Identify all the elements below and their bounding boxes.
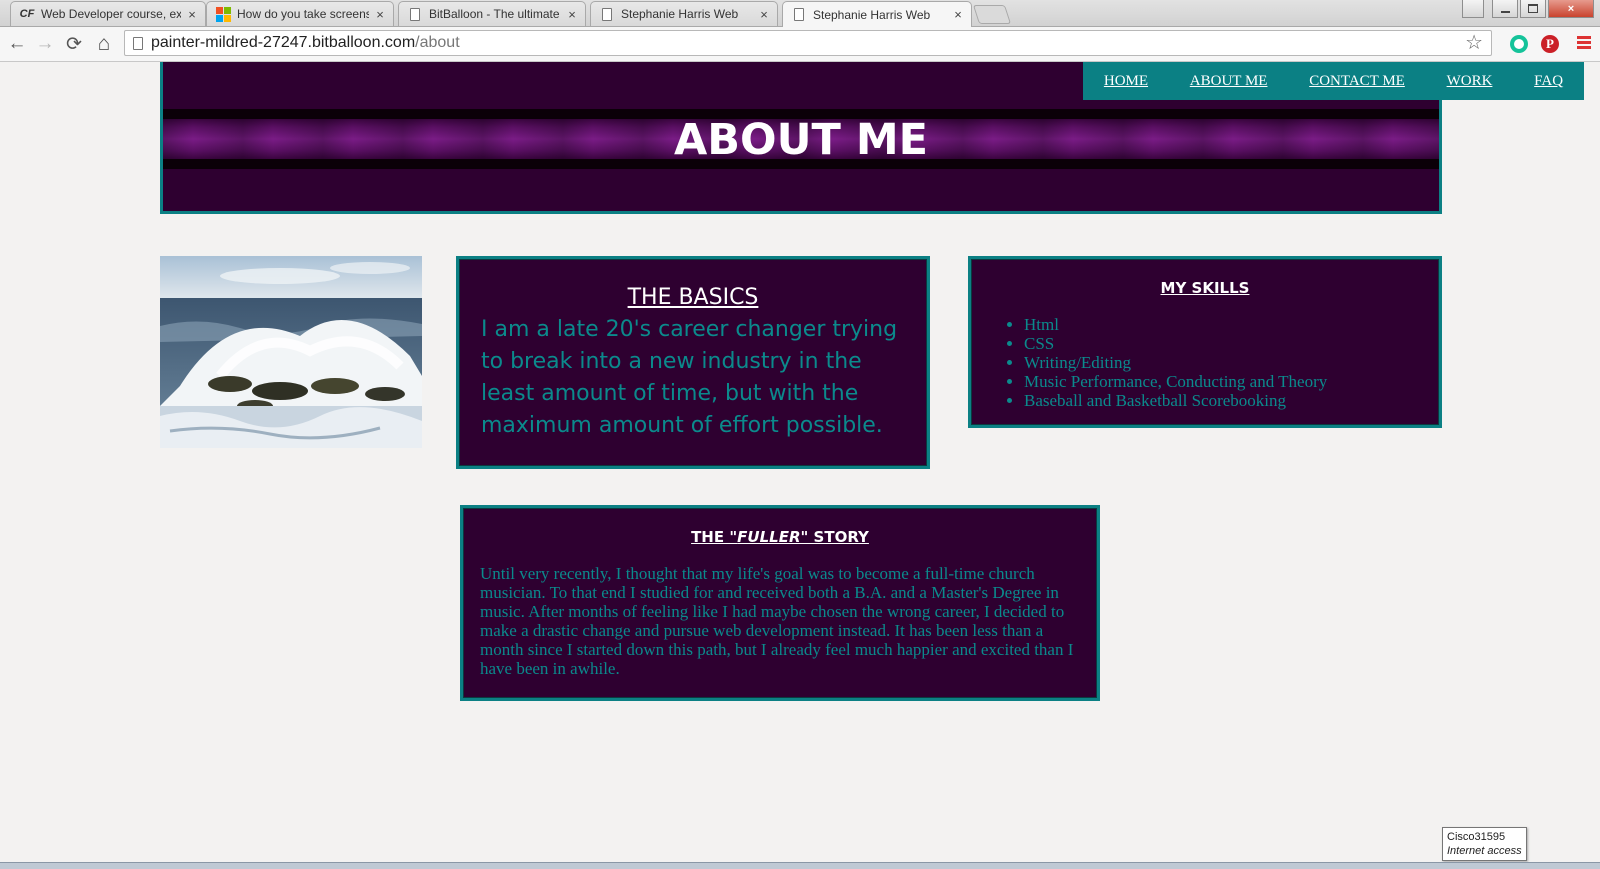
network-tooltip: Cisco31595 Internet access [1442, 827, 1527, 861]
basics-heading: THE BASICS [627, 285, 759, 310]
basics-text: I am a late 20's career changer trying t… [481, 317, 898, 438]
browser-toolbar: ← → ⟳ ⌂ painter-mildred-27247.bitballoon… [0, 27, 1600, 62]
browser-tab[interactable]: How do you take screensh × [206, 1, 394, 26]
window-close-button[interactable]: × [1548, 0, 1594, 18]
address-bar[interactable]: painter-mildred-27247.bitballoon.com/abo… [124, 30, 1492, 56]
story-heading: THE "FULLER" STORY [691, 528, 869, 546]
microsoft-icon [215, 6, 231, 22]
network-name: Cisco31595 [1447, 831, 1506, 843]
network-status: Internet access [1447, 845, 1522, 857]
story-text: Until very recently, I thought that my l… [480, 564, 1074, 678]
tab-title: How do you take screensh [237, 7, 369, 21]
browser-tabstrip: CF Web Developer course, ex × How do you… [0, 0, 1600, 27]
forward-icon[interactable]: → [33, 33, 57, 55]
nav-link-home[interactable]: HOME [1104, 73, 1148, 90]
skill-item: Html [1024, 315, 1439, 334]
tab-title: BitBalloon - The ultimate [429, 7, 560, 21]
browser-tab[interactable]: Stephanie Harris Web × [590, 1, 778, 26]
page-icon [599, 6, 615, 22]
skills-heading: MY SKILLS [1160, 279, 1250, 297]
story-panel: THE "FULLER" STORY Until very recently, … [460, 505, 1100, 701]
back-icon[interactable]: ← [5, 33, 29, 55]
nav-link-contact-me[interactable]: CONTACT ME [1309, 73, 1405, 90]
new-tab-button[interactable] [972, 5, 1012, 24]
page-title: ABOUT ME [674, 115, 928, 165]
browser-tab[interactable]: CF Web Developer course, ex × [10, 1, 206, 26]
user-icon[interactable] [1462, 0, 1484, 18]
home-icon[interactable]: ⌂ [92, 32, 116, 55]
cf-icon: CF [19, 8, 35, 20]
reload-icon[interactable]: ⟳ [62, 33, 86, 55]
close-icon[interactable]: × [565, 7, 579, 22]
grammarly-extension-icon[interactable] [1510, 35, 1528, 53]
window-controls: × [1462, 0, 1594, 18]
tab-title: Stephanie Harris Web [621, 7, 739, 21]
close-icon[interactable]: × [185, 7, 199, 22]
skill-item: CSS [1024, 334, 1439, 353]
page-icon [407, 6, 423, 22]
browser-tab-active[interactable]: Stephanie Harris Web × [782, 1, 972, 27]
pinterest-extension-icon[interactable]: P [1541, 35, 1559, 53]
browser-tab[interactable]: BitBalloon - The ultimate × [398, 1, 586, 26]
ocean-waves-photo [160, 256, 422, 448]
bookmark-star-icon[interactable]: ☆ [1465, 31, 1483, 55]
skill-item: Writing/Editing [1024, 353, 1439, 372]
url-text: painter-mildred-27247.bitballoon.com/abo… [151, 34, 460, 51]
skills-list: Html CSS Writing/Editing Music Performan… [971, 315, 1439, 410]
restore-button[interactable] [1520, 0, 1546, 18]
minimize-button[interactable] [1492, 0, 1518, 18]
browser-menu-icon[interactable] [1577, 36, 1591, 51]
skill-item: Music Performance, Conducting and Theory [1024, 372, 1439, 391]
nav-link-work[interactable]: WORK [1447, 73, 1493, 90]
tab-title: Stephanie Harris Web [813, 7, 931, 22]
close-icon[interactable]: × [951, 7, 965, 22]
close-icon[interactable]: × [757, 7, 771, 22]
tab-title: Web Developer course, ex [41, 7, 181, 21]
basics-panel: THE BASICS I am a late 20's career chang… [456, 256, 930, 469]
nav-link-about-me[interactable]: ABOUT ME [1190, 73, 1268, 90]
page-icon [133, 36, 143, 50]
skill-item: Baseball and Basketball Scorebooking [1024, 391, 1439, 410]
close-icon[interactable]: × [373, 7, 387, 22]
skills-panel: MY SKILLS Html CSS Writing/Editing Music… [968, 256, 1442, 428]
site-navigation: HOME ABOUT ME CONTACT ME WORK FAQ [1083, 62, 1584, 100]
page-icon [791, 7, 807, 23]
nav-link-faq[interactable]: FAQ [1534, 73, 1563, 90]
